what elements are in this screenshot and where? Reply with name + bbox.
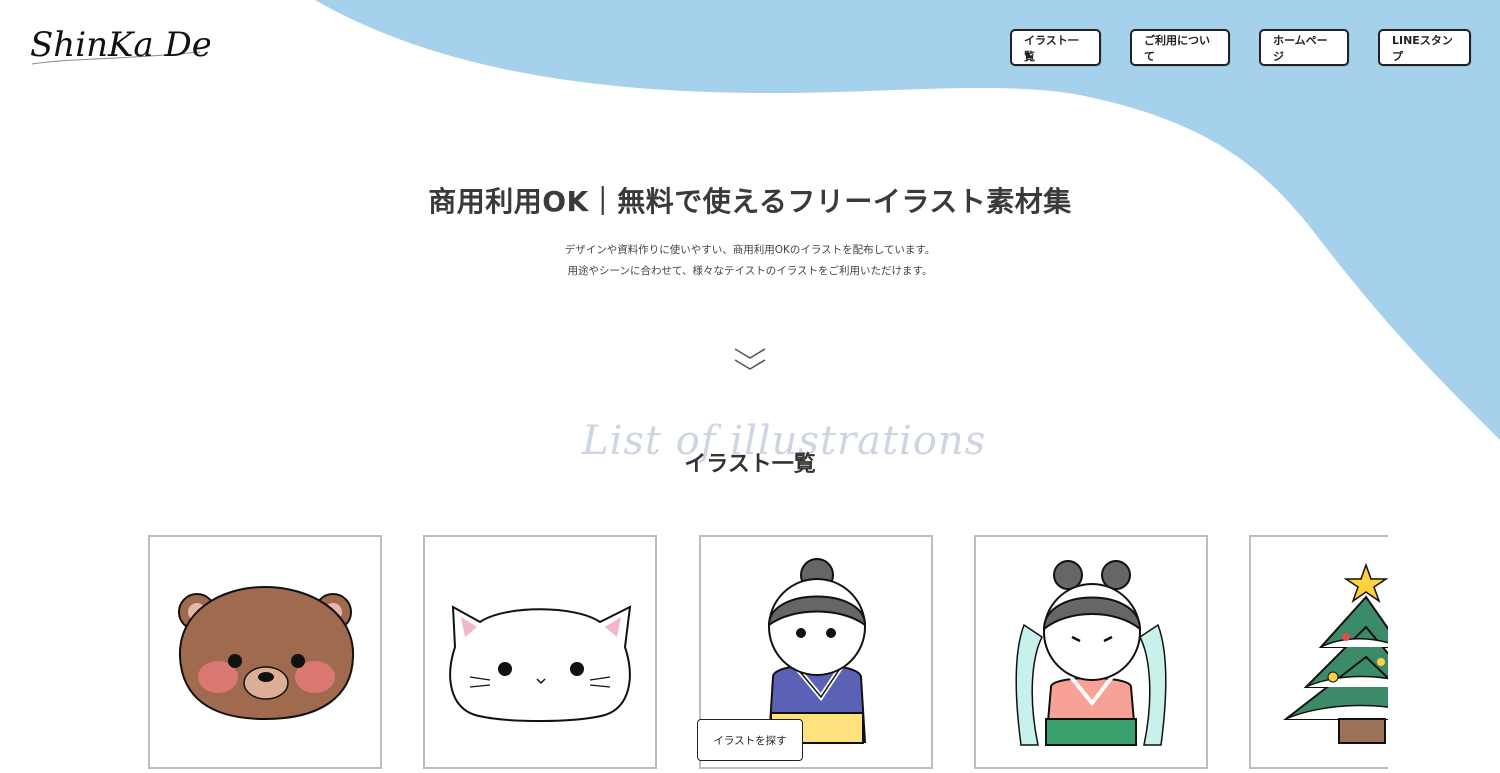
illustration-card-cat[interactable]	[423, 535, 657, 769]
christmas-tree-illustration	[1283, 562, 1388, 744]
main-nav: イラスト一覧 ご利用について ホームページ LINEスタンプ	[1010, 29, 1471, 66]
logo-text: ShinKa Design	[30, 25, 210, 65]
illustration-card-bear[interactable]	[148, 535, 382, 769]
hero-description-line-2: 用途やシーンに合わせて、様々なテイストのイラストをご利用いただけます。	[567, 265, 933, 277]
chevron-down-icon[interactable]	[733, 346, 767, 374]
hero-description: デザインや資料作りに使いやすい、商用利用OKのイラストを配布しています。 用途や…	[0, 240, 1500, 282]
nav-usage-button[interactable]: ご利用について	[1130, 29, 1230, 66]
section-title: イラスト一覧	[684, 452, 816, 477]
nav-illustrations-button[interactable]: イラスト一覧	[1010, 29, 1101, 66]
site-logo[interactable]: ShinKa Design	[30, 14, 210, 78]
nav-homepage-button[interactable]: ホームページ	[1259, 29, 1349, 66]
orihime-illustration	[1015, 560, 1167, 746]
find-illustrations-button[interactable]: イラストを探す	[697, 719, 803, 761]
cat-illustration	[449, 605, 632, 722]
hero-description-line-1: デザインや資料作りに使いやすい、商用利用OKのイラストを配布しています。	[564, 244, 936, 256]
nav-line-stamp-button[interactable]: LINEスタンプ	[1378, 29, 1471, 66]
illustration-card-orihime[interactable]	[974, 535, 1208, 769]
bear-illustration	[178, 585, 355, 721]
illustration-card-christmas-tree[interactable]	[1249, 535, 1388, 769]
hero-title: 商用利用OK｜無料で使えるフリーイラスト素材集	[428, 185, 1072, 218]
